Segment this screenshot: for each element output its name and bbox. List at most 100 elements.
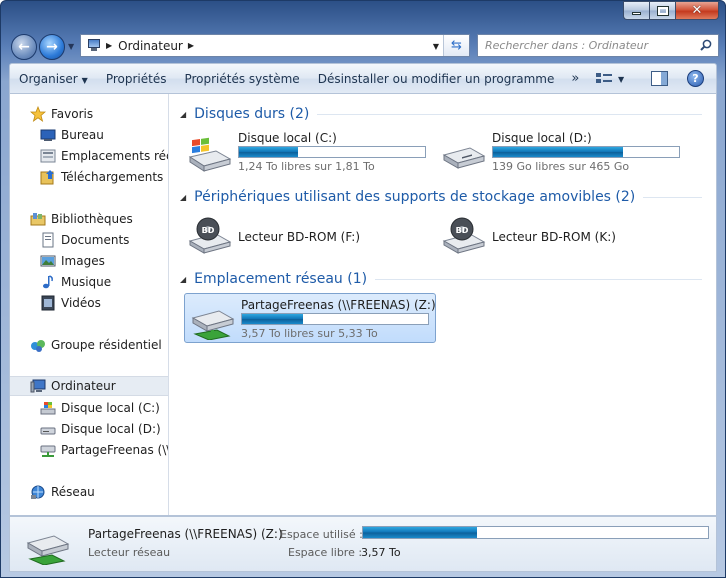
nav-item-local-disk-c[interactable]: Disque local (C:)	[40, 398, 160, 418]
drive-usage-bar	[241, 313, 429, 325]
nav-item-recent-places[interactable]: Emplacements récents	[40, 146, 168, 166]
back-button[interactable]: ←	[11, 34, 37, 60]
search-input[interactable]	[478, 39, 688, 52]
forward-button[interactable]: →	[39, 34, 65, 60]
drive-name: Lecteur BD-ROM (F:)	[238, 230, 361, 244]
nav-item-label: Bureau	[61, 128, 104, 142]
drive-name: PartageFreenas (\\FREENAS) (Z:)	[241, 298, 436, 312]
drive-bd-rom-f[interactable]: BD Lecteur BD-ROM (F:)	[182, 209, 434, 259]
group-divider	[317, 113, 702, 115]
help-button[interactable]: ?	[687, 70, 704, 87]
nav-item-label: Disque local (C:)	[61, 401, 160, 415]
system-properties-button[interactable]: Propriétés système	[175, 72, 308, 86]
nav-item-label: Musique	[61, 275, 112, 289]
bd-rom-icon: BD	[442, 217, 486, 254]
change-view-button[interactable]: ▼	[596, 71, 630, 87]
minimize-icon	[632, 12, 641, 15]
nav-item-label: Téléchargements	[61, 170, 164, 184]
library-icon	[30, 213, 46, 226]
computer-icon	[85, 39, 101, 52]
drive-network-z[interactable]: PartageFreenas (\\FREENAS) (Z:) 3,57 To …	[184, 293, 436, 343]
nav-computer[interactable]: Ordinateur	[10, 376, 168, 396]
nav-item-local-disk-d[interactable]: Disque local (D:)	[40, 419, 161, 439]
breadcrumb-computer[interactable]: Ordinateur	[118, 39, 183, 53]
nav-network-label: Réseau	[51, 485, 95, 499]
nav-libraries[interactable]: Bibliothèques	[30, 209, 133, 229]
drive-icon	[442, 147, 486, 169]
search-icon[interactable]	[700, 39, 712, 51]
drive-local-d[interactable]: Disque local (D:) 139 Go libres sur 465 …	[436, 127, 688, 177]
nav-item-images[interactable]: Images	[40, 251, 105, 271]
more-commands-button[interactable]: »	[563, 71, 587, 86]
close-button[interactable]: ✕	[675, 1, 719, 20]
collapse-arrow-icon[interactable]: ◢	[180, 110, 186, 119]
collapse-arrow-icon[interactable]: ◢	[180, 193, 186, 202]
command-bar: Organiser ▼ Propriétés Propriétés système…	[9, 63, 717, 94]
group-network-header[interactable]: ◢ Emplacement réseau (1)	[180, 269, 710, 289]
collapse-arrow-icon[interactable]: ◢	[180, 275, 186, 284]
drive-free-space: 3,57 To libres sur 5,33 To	[241, 327, 378, 340]
windows-drive-icon	[188, 137, 232, 172]
music-icon	[43, 275, 53, 289]
nav-item-label: Images	[61, 254, 105, 268]
nav-item-downloads[interactable]: Téléchargements	[40, 167, 163, 187]
organize-button[interactable]: Organiser ▼	[10, 72, 97, 86]
recent-places-icon	[40, 149, 56, 163]
nav-libraries-label: Bibliothèques	[51, 212, 133, 226]
address-history-dropdown-icon[interactable]: ▼	[433, 42, 439, 51]
address-row: ← → ▼ ▶ Ordinateur ▶ ▼ ⇆	[1, 29, 725, 61]
drive-usage-fill	[493, 147, 624, 157]
network-drive-icon	[40, 445, 56, 457]
drive-name: Lecteur BD-ROM (K:)	[492, 230, 616, 244]
breadcrumb-separator-icon[interactable]: ▶	[188, 41, 194, 50]
network-drive-icon	[191, 310, 235, 340]
drive-name: Disque local (C:)	[238, 131, 337, 145]
maximize-icon	[656, 5, 669, 16]
nav-item-videos[interactable]: Vidéos	[40, 293, 101, 313]
preview-pane-button[interactable]	[651, 71, 668, 86]
navigation-pane: Favoris Bureau Emplacements récents Télé…	[10, 94, 169, 515]
homegroup-icon	[31, 340, 45, 352]
group-removable-header[interactable]: ◢ Périphériques utilisant des supports d…	[180, 187, 710, 207]
downloads-icon	[40, 170, 54, 185]
group-title: Disques durs (2)	[194, 106, 310, 122]
drive-name: Disque local (D:)	[492, 131, 592, 145]
nav-homegroup[interactable]: Groupe résidentiel	[30, 335, 162, 355]
bd-rom-icon: BD	[188, 217, 232, 254]
breadcrumb-separator-icon[interactable]: ▶	[106, 41, 112, 50]
drive-usage-bar	[492, 146, 680, 158]
network-icon	[31, 485, 45, 499]
minimize-button[interactable]	[623, 1, 649, 20]
details-free-value: 3,57 To	[361, 546, 401, 559]
help-icon: ?	[692, 72, 699, 85]
details-pane: PartageFreenas (\\FREENAS) (Z:) Lecteur …	[9, 516, 717, 572]
group-title: Emplacement réseau (1)	[194, 271, 368, 287]
address-bar[interactable]: ▶ Ordinateur ▶ ▼ ⇆	[80, 34, 470, 57]
nav-item-label: Vidéos	[61, 296, 101, 310]
nav-item-desktop[interactable]: Bureau	[40, 125, 104, 145]
uninstall-program-button[interactable]: Désinstaller ou modifier un programme	[309, 72, 564, 86]
nav-item-music[interactable]: Musique	[40, 272, 111, 292]
search-box[interactable]	[477, 34, 719, 57]
videos-icon	[41, 295, 55, 311]
view-icon	[596, 72, 612, 86]
nav-item-network-share[interactable]: PartageFreenas (\\FREENAS) (Z:)	[40, 440, 168, 460]
recent-pages-dropdown[interactable]: ▼	[68, 42, 74, 51]
drive-local-c[interactable]: Disque local (C:) 1,24 To libres sur 1,8…	[182, 127, 434, 177]
group-hard-drives-header[interactable]: ◢ Disques durs (2)	[180, 104, 710, 124]
bd-badge: BD	[202, 226, 215, 235]
nav-item-label: Emplacements récents	[61, 149, 168, 163]
maximize-button[interactable]	[649, 1, 675, 20]
refresh-button[interactable]: ⇆	[443, 35, 469, 56]
drive-bd-rom-k[interactable]: BD Lecteur BD-ROM (K:)	[436, 209, 688, 259]
drive-usage-fill	[242, 314, 304, 324]
details-item-type: Lecteur réseau	[88, 546, 171, 559]
details-usage-fill	[363, 527, 477, 538]
properties-button[interactable]: Propriétés	[97, 72, 176, 86]
details-usage-bar	[362, 526, 709, 539]
nav-network[interactable]: Réseau	[30, 482, 95, 502]
drive-icon	[40, 427, 56, 435]
nav-item-documents[interactable]: Documents	[40, 230, 129, 250]
images-icon	[40, 255, 56, 267]
nav-favorites[interactable]: Favoris	[30, 104, 93, 124]
